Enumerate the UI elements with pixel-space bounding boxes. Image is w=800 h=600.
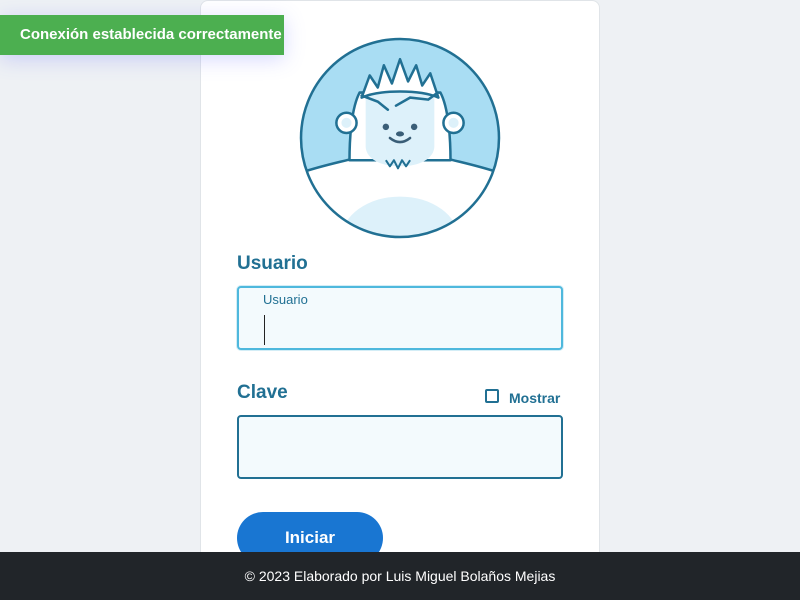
success-toast: Conexión establecida correctamente — [0, 15, 284, 55]
footer-text: © 2023 Elaborado por Luis Miguel Bolaños… — [244, 568, 556, 584]
show-password-toggle[interactable]: Mostrar — [485, 386, 560, 406]
username-input[interactable]: Usuario — [237, 286, 563, 350]
show-password-label: Mostrar — [509, 390, 561, 406]
page: Conexión establecida correctamente Usuar… — [0, 0, 800, 600]
password-input[interactable] — [237, 415, 563, 479]
password-label: Clave — [237, 382, 288, 403]
yeti-avatar-icon — [299, 37, 501, 239]
show-password-checkbox[interactable] — [485, 389, 499, 403]
username-label: Usuario — [237, 253, 308, 274]
text-caret — [264, 315, 265, 345]
footer: © 2023 Elaborado por Luis Miguel Bolaños… — [0, 552, 800, 600]
username-floating-label: Usuario — [263, 292, 308, 307]
toast-message: Conexión establecida correctamente — [20, 26, 282, 43]
